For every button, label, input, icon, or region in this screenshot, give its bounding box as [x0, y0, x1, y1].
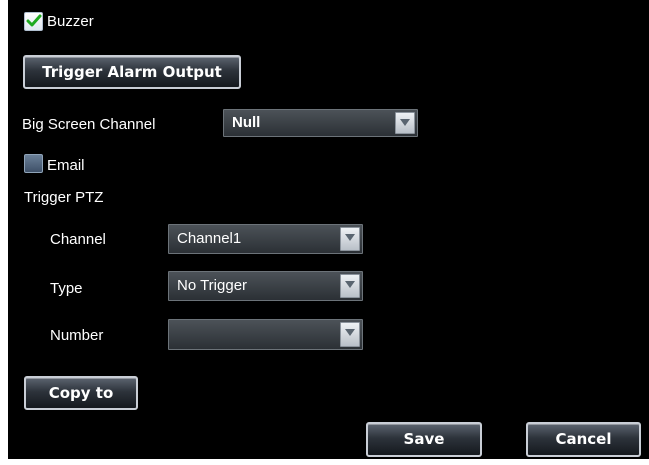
email-checkbox[interactable] — [24, 154, 43, 173]
trigger-ptz-heading: Trigger PTZ — [24, 189, 104, 206]
checkmark-icon — [26, 14, 42, 27]
big-screen-channel-select[interactable]: Null — [223, 109, 418, 137]
ptz-number-select[interactable] — [168, 319, 363, 350]
cancel-button[interactable]: Cancel — [526, 422, 641, 457]
ptz-channel-value: Channel1 — [177, 230, 242, 247]
dropdown-arrow-icon[interactable] — [340, 322, 360, 347]
buzzer-checkbox[interactable] — [24, 12, 43, 31]
dropdown-arrow-icon[interactable] — [340, 227, 360, 251]
dropdown-arrow-icon[interactable] — [340, 274, 360, 298]
buzzer-label: Buzzer — [47, 13, 94, 30]
ptz-type-value: No Trigger — [177, 277, 248, 294]
ptz-channel-label: Channel — [50, 231, 106, 248]
ptz-type-select[interactable]: No Trigger — [168, 271, 363, 301]
email-label: Email — [47, 157, 85, 174]
bottom-border — [8, 459, 649, 465]
big-screen-channel-label: Big Screen Channel — [22, 116, 156, 133]
save-button[interactable]: Save — [366, 422, 482, 457]
big-screen-channel-value: Null — [232, 114, 261, 131]
ptz-type-label: Type — [50, 280, 83, 297]
trigger-alarm-output-button[interactable]: Trigger Alarm Output — [23, 55, 241, 89]
ptz-number-label: Number — [50, 327, 104, 344]
copy-to-button[interactable]: Copy to — [24, 376, 138, 410]
ptz-channel-select[interactable]: Channel1 — [168, 224, 363, 254]
dropdown-arrow-icon[interactable] — [395, 112, 415, 134]
alarm-settings-panel: Buzzer Trigger Alarm Output Big Screen C… — [8, 0, 649, 465]
